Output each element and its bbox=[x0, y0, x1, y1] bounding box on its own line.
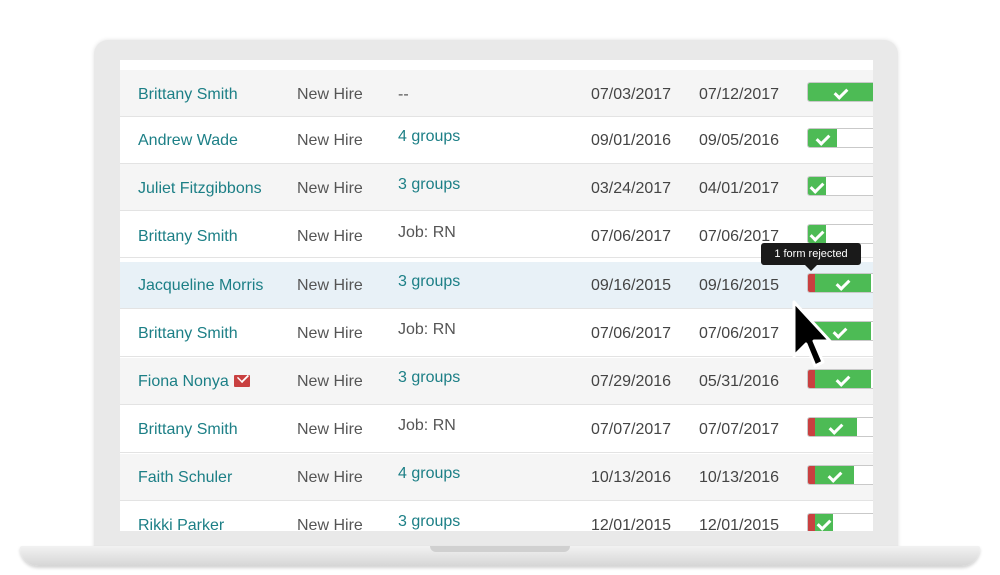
hire-type: New Hire bbox=[297, 469, 363, 486]
start-date: 09/01/2016 bbox=[591, 132, 672, 149]
mouse-pointer-icon bbox=[792, 300, 832, 368]
due-date: 09/16/2015 bbox=[699, 277, 780, 294]
complete-segment bbox=[815, 418, 857, 436]
due-date: 12/01/2015 bbox=[699, 517, 780, 531]
due-date: 07/06/2017 bbox=[699, 325, 780, 342]
progress-bar[interactable] bbox=[807, 273, 873, 293]
progress-bar[interactable] bbox=[807, 465, 873, 485]
laptop-notch bbox=[430, 546, 570, 552]
due-date: 10/13/2016 bbox=[699, 469, 780, 486]
progress-bar[interactable] bbox=[807, 176, 873, 196]
start-date: 07/07/2017 bbox=[591, 421, 672, 438]
progress-bar[interactable] bbox=[807, 128, 873, 148]
check-icon bbox=[816, 516, 832, 531]
groups-link[interactable]: 3 groups bbox=[398, 512, 460, 531]
hire-type: New Hire bbox=[297, 517, 363, 531]
complete-segment bbox=[808, 129, 837, 147]
employee-name-link[interactable]: Brittany Smith bbox=[138, 324, 238, 344]
groups-value: -- bbox=[398, 86, 409, 103]
start-date: 07/06/2017 bbox=[591, 325, 672, 342]
complete-segment bbox=[815, 370, 871, 388]
hire-type: New Hire bbox=[297, 421, 363, 438]
check-icon bbox=[833, 85, 848, 100]
due-date: 04/01/2017 bbox=[699, 180, 780, 197]
rejected-segment bbox=[808, 370, 815, 388]
groups-link[interactable]: 3 groups bbox=[398, 175, 460, 195]
due-date: 07/12/2017 bbox=[699, 86, 780, 103]
start-date: 07/29/2016 bbox=[591, 373, 672, 390]
start-date: 07/03/2017 bbox=[591, 86, 672, 103]
employee-name-link[interactable]: Fiona Nonya bbox=[138, 373, 229, 390]
groups-link[interactable]: 3 groups bbox=[398, 272, 460, 292]
table-row[interactable]: Brittany Smith New Hire -- 07/03/2017 07… bbox=[120, 70, 873, 117]
complete-segment bbox=[815, 514, 833, 531]
start-date: 07/06/2017 bbox=[591, 228, 672, 245]
progress-bar[interactable] bbox=[807, 82, 873, 102]
start-date: 09/16/2015 bbox=[591, 277, 672, 294]
rejected-segment bbox=[808, 418, 815, 436]
rejected-tooltip: 1 form rejected bbox=[761, 243, 861, 271]
check-icon bbox=[809, 227, 825, 242]
employee-name-link[interactable]: Brittany Smith bbox=[138, 85, 238, 105]
groups-value: Job: RN bbox=[398, 417, 456, 434]
hire-type: New Hire bbox=[297, 228, 363, 245]
table-row[interactable]: Brittany Smith New Hire Job: RN 07/06/20… bbox=[120, 310, 873, 357]
employee-name-cell: Fiona Nonya bbox=[138, 372, 250, 392]
progress-bar[interactable] bbox=[807, 417, 873, 437]
due-date: 05/31/2016 bbox=[699, 373, 780, 390]
groups-link[interactable]: 3 groups bbox=[398, 368, 460, 388]
start-date: 03/24/2017 bbox=[591, 180, 672, 197]
progress-bar[interactable] bbox=[807, 224, 873, 244]
rejected-segment bbox=[808, 514, 815, 531]
envelope-icon[interactable] bbox=[233, 375, 250, 387]
employee-name-link[interactable]: Faith Schuler bbox=[138, 468, 232, 488]
hire-type: New Hire bbox=[297, 132, 363, 149]
employee-name-link[interactable]: Brittany Smith bbox=[138, 420, 238, 440]
employee-name-link[interactable]: Rikki Parker bbox=[138, 516, 224, 531]
complete-segment bbox=[808, 83, 873, 101]
table-row[interactable]: Fiona Nonya New Hire 3 groups 07/29/2016… bbox=[120, 358, 873, 405]
check-icon bbox=[835, 372, 851, 387]
employee-name-link[interactable]: Andrew Wade bbox=[138, 131, 238, 151]
check-icon bbox=[828, 420, 844, 435]
complete-segment bbox=[815, 466, 854, 484]
employee-name-link[interactable]: Juliet Fitzgibbons bbox=[138, 179, 262, 199]
hire-type: New Hire bbox=[297, 180, 363, 197]
start-date: 10/13/2016 bbox=[591, 469, 672, 486]
table-row[interactable]: Juliet Fitzgibbons New Hire 3 groups 03/… bbox=[120, 164, 873, 211]
check-icon bbox=[835, 276, 851, 291]
complete-segment bbox=[808, 225, 826, 243]
due-date: 07/07/2017 bbox=[699, 421, 780, 438]
check-icon bbox=[832, 324, 847, 339]
check-icon bbox=[827, 468, 842, 483]
progress-bar[interactable] bbox=[807, 513, 873, 531]
hire-type: New Hire bbox=[297, 86, 363, 103]
rejected-segment bbox=[808, 466, 815, 484]
employee-name-link[interactable]: Brittany Smith bbox=[138, 227, 238, 247]
hire-type: New Hire bbox=[297, 277, 363, 294]
hire-type: New Hire bbox=[297, 325, 363, 342]
groups-link[interactable]: 4 groups bbox=[398, 127, 460, 147]
check-icon bbox=[809, 179, 825, 194]
groups-value: Job: RN bbox=[398, 321, 456, 338]
employee-table: Brittany Smith New Hire -- 07/03/2017 07… bbox=[120, 60, 873, 531]
complete-segment bbox=[808, 177, 826, 195]
groups-link[interactable]: 4 groups bbox=[398, 464, 460, 484]
employee-name-link[interactable]: Jacqueline Morris bbox=[138, 276, 263, 296]
start-date: 12/01/2015 bbox=[591, 517, 672, 531]
table-row[interactable]: Rikki Parker New Hire 3 groups 12/01/201… bbox=[120, 502, 873, 531]
table-row-hovered[interactable]: Jacqueline Morris New Hire 3 groups 09/1… bbox=[120, 262, 873, 309]
complete-segment bbox=[815, 274, 871, 292]
due-date: 09/05/2016 bbox=[699, 132, 780, 149]
rejected-segment bbox=[808, 274, 815, 292]
table-row[interactable]: Andrew Wade New Hire 4 groups 09/01/2016… bbox=[120, 117, 873, 164]
hire-type: New Hire bbox=[297, 373, 363, 390]
progress-bar[interactable] bbox=[807, 369, 873, 389]
groups-value: Job: RN bbox=[398, 224, 456, 241]
table-row[interactable]: Faith Schuler New Hire 4 groups 10/13/20… bbox=[120, 454, 873, 501]
table-row[interactable]: Brittany Smith New Hire Job: RN 07/07/20… bbox=[120, 406, 873, 453]
check-icon bbox=[815, 131, 830, 146]
